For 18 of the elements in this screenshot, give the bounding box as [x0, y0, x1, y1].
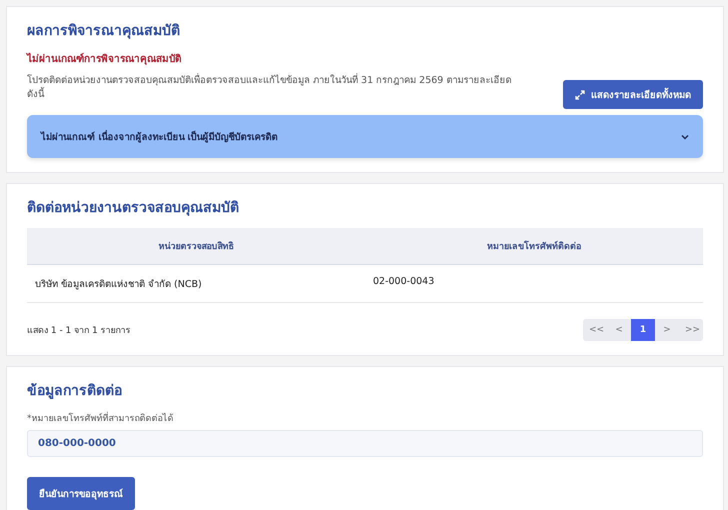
instruction-text: โปรดติดต่อหน่วยงานตรวจสอบคุณสมบัติเพื่อตรวจสอบและแก้ไขข้อมูล ภายในวันที่ 31 กรกฎาคม 2569 ตามรายละเอียดดังนี้: [27, 74, 512, 102]
submit-appeal-button[interactable]: ยืนยันการขออุทธรณ์: [27, 477, 135, 510]
expand-icon: [575, 90, 585, 100]
show-details-button[interactable]: แสดงรายละเอียดทั้งหมด: [563, 80, 703, 109]
section-title: ผลการพิจารณาคุณสมบัติ: [27, 22, 181, 41]
phone-field[interactable]: 080-000-0000: [27, 430, 703, 457]
field-label: *หมายเลขโทรศัพท์ที่สามารถติดต่อได้: [27, 411, 703, 425]
column-header: หมายเลขโทรศัพท์ติดต่อ: [486, 240, 582, 254]
table-cell-text: บริษัท ข้อมูลเครดิตแห่งชาติ จำกัด (NCB): [34, 278, 203, 292]
record-count: แสดง 1 - 1 จาก 1 รายการ: [27, 325, 131, 337]
table-cell-text: 02-000-0043: [372, 275, 436, 289]
page-button[interactable]: 1: [631, 319, 655, 341]
column-header: หน่วยตรวจสอบสิทธิ: [158, 240, 234, 254]
section-title: ข้อมูลการติดต่อ: [27, 382, 123, 401]
status-text: ไม่ผ่านเกณฑ์การพิจารณาคุณสมบัติ: [27, 52, 182, 66]
section-title: ติดต่อหน่วยงานตรวจสอบคุณสมบัติ: [27, 199, 240, 218]
reason-accordion[interactable]: ไม่ผ่านเกณฑ์ เนื่องจากผู้ลงทะเบียน เป็นผู้มีบัญชีบัตรเครดิต: [27, 115, 703, 158]
chevron-icon: [681, 134, 689, 140]
